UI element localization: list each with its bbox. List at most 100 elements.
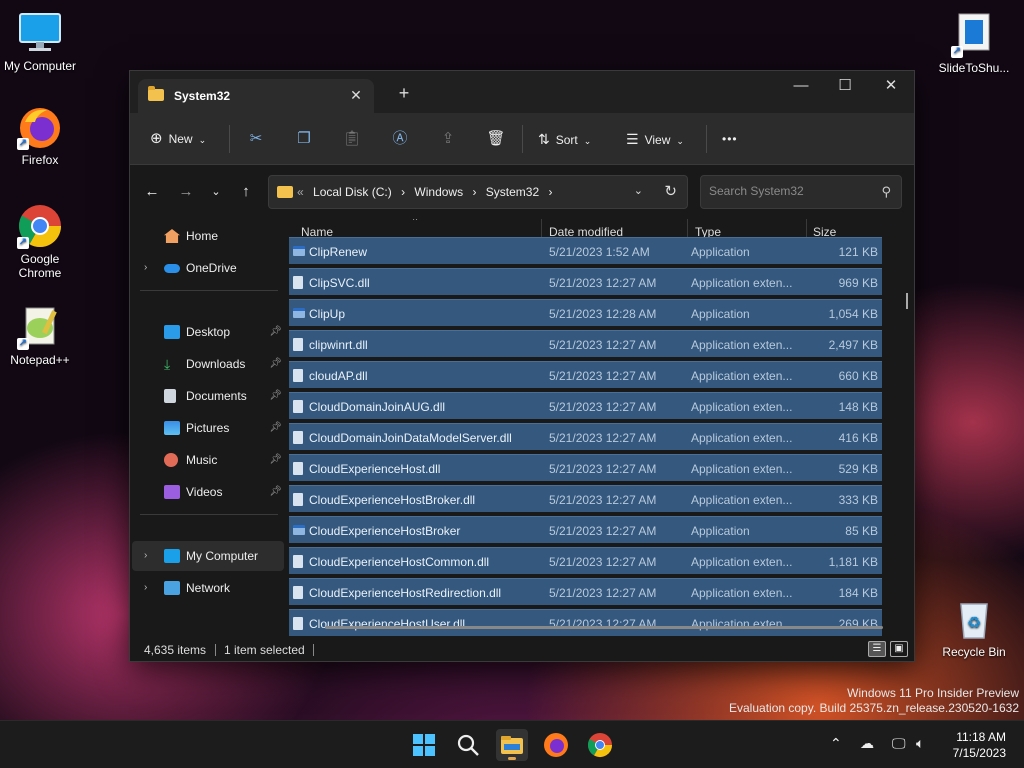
sort-button[interactable]: ⇅ Sort ⌄ (538, 125, 591, 153)
pin-icon[interactable]: 📌︎ (269, 317, 282, 347)
table-row[interactable]: CloudDomainJoinAUG.dll 5/21/2023 12:27 AM… (289, 392, 882, 419)
file-size: 2,497 KB (828, 338, 878, 352)
desktop-icon-firefox[interactable]: ↗ Firefox (0, 104, 80, 167)
up-arrow-icon[interactable]: ↑ (234, 180, 258, 204)
sidebar-item-network[interactable]: › Network (132, 573, 284, 603)
application-file-icon (293, 246, 305, 256)
minimize-button[interactable]: — (778, 71, 824, 103)
pin-icon[interactable]: 📌︎ (269, 445, 282, 475)
plus-circle-icon: ⊕ (150, 130, 163, 147)
chrome-icon[interactable] (584, 729, 616, 761)
desktop-icon (164, 325, 180, 339)
download-arrow-icon: ⤓ (164, 356, 171, 372)
table-row[interactable]: CloudExperienceHostCommon.dll 5/21/2023 1… (289, 547, 882, 574)
sidebar-item-onedrive[interactable]: › OneDrive (132, 253, 284, 283)
tab-system32[interactable]: System32 ✕ (138, 79, 374, 113)
sidebar-item-home[interactable]: Home (132, 221, 284, 251)
table-row[interactable]: CloudExperienceHostBroker 5/21/2023 12:27… (289, 516, 882, 543)
start-icon[interactable] (408, 729, 440, 761)
forward-arrow-icon[interactable]: → (174, 180, 198, 204)
table-row[interactable]: CloudExperienceHostUser.dll 5/21/2023 12:… (289, 609, 882, 636)
delete-icon[interactable]: 🗑︎ (482, 125, 510, 153)
file-explorer-icon[interactable] (496, 729, 528, 761)
dll-file-icon (293, 431, 303, 444)
table-row[interactable]: CloudDomainJoinDataModelServer.dll 5/21/2… (289, 423, 882, 450)
command-bar: ⊕ New ⌄ ✂ ❐ 📋︎ Ⓐ ⇪ 🗑︎ ⇅ Sort ⌄ ☰ View ⌄ ••• (130, 113, 914, 165)
desktop-icon-label: Firefox (21, 153, 59, 167)
table-row[interactable]: ClipRenew 5/21/2023 1:52 AM Application 121… (289, 237, 882, 264)
clock[interactable]: 11:18 AM 7/15/2023 (953, 729, 1006, 761)
pin-icon[interactable]: 📌︎ (269, 349, 282, 379)
shortcut-arrow-icon: ↗ (17, 338, 29, 350)
recent-locations-chevron-icon[interactable]: ⌄ (204, 180, 228, 204)
new-tab-button[interactable]: + (392, 83, 416, 104)
file-type: Application exten... (691, 462, 793, 476)
sidebar-item-music[interactable]: Music 📌︎ (132, 445, 284, 475)
vertical-scrollbar[interactable] (905, 221, 911, 637)
search-box[interactable]: ⚲ (700, 175, 902, 209)
maximize-button[interactable]: ☐ (822, 71, 868, 103)
file-type: Application exten... (691, 338, 793, 352)
volume-icon[interactable]: 🔈︎ (916, 735, 924, 752)
shortcut-arrow-icon: ↗ (17, 237, 29, 249)
breadcrumb-system32[interactable]: System32 (486, 185, 539, 199)
title-bar: System32 ✕ + — ☐ ✕ (130, 71, 914, 113)
breadcrumb-local-disk[interactable]: Local Disk (C:) (313, 185, 392, 199)
search-input[interactable] (709, 184, 869, 198)
desktop-icon-chrome[interactable]: ↗ Google Chrome (0, 203, 80, 280)
file-type: Application (691, 245, 750, 259)
file-name: clipwinrt.dll (309, 338, 368, 352)
copy-icon[interactable]: ❐ (290, 125, 318, 153)
sidebar-item-documents[interactable]: Documents 📌︎ (132, 381, 284, 411)
large-icons-view-icon[interactable]: ▣ (890, 641, 908, 657)
share-icon[interactable]: ⇪ (434, 125, 462, 153)
details-view-icon[interactable]: ☰ (868, 641, 886, 657)
firefox-icon[interactable] (540, 729, 572, 761)
table-row[interactable]: CloudExperienceHostRedirection.dll 5/21/2… (289, 578, 882, 605)
monitor-icon (164, 549, 180, 563)
file-name: ClipSVC.dll (309, 276, 370, 290)
desktop-icon-my-computer[interactable]: My Computer (0, 10, 80, 73)
desktop-icon-recycle-bin[interactable]: ♻ Recycle Bin (934, 596, 1014, 659)
slide-to-shutdown-icon: ↗ (951, 12, 997, 58)
sidebar-item-downloads[interactable]: ⤓ Downloads 📌︎ (132, 349, 284, 379)
address-bar[interactable]: « Local Disk (C:) › Windows › System32 ›… (268, 175, 688, 209)
cut-icon[interactable]: ✂ (242, 125, 270, 153)
pin-icon[interactable]: 📌︎ (269, 413, 282, 443)
show-hidden-icons-chevron-icon[interactable]: ⌃ (830, 735, 842, 752)
onedrive-offline-icon[interactable]: ☁︎ (860, 735, 874, 752)
sidebar-item-my-computer[interactable]: › My Computer (132, 541, 284, 571)
sidebar-item-pictures[interactable]: Pictures 📌︎ (132, 413, 284, 443)
see-more-button[interactable]: ••• (722, 125, 738, 153)
refresh-icon[interactable]: ↻ (664, 182, 677, 200)
breadcrumb-windows[interactable]: Windows (414, 185, 463, 199)
close-window-button[interactable]: ✕ (868, 71, 914, 103)
table-row[interactable]: ClipUp 5/21/2023 12:28 AM Application 1,054… (289, 299, 882, 326)
address-history-chevron-icon[interactable]: ⌄ (634, 184, 643, 197)
close-tab-button[interactable]: ✕ (346, 85, 366, 105)
table-row[interactable]: CloudExperienceHost.dll 5/21/2023 12:27 A… (289, 454, 882, 481)
table-row[interactable]: cloudAP.dll 5/21/2023 12:27 AM Application… (289, 361, 882, 388)
pin-icon[interactable]: 📌︎ (269, 477, 282, 507)
table-row[interactable]: ClipSVC.dll 5/21/2023 12:27 AM Application… (289, 268, 882, 295)
file-name: CloudExperienceHostBroker (309, 524, 461, 538)
sidebar-item-videos[interactable]: Videos 📌︎ (132, 477, 284, 507)
file-type: Application exten... (691, 493, 793, 507)
table-row[interactable]: CloudExperienceHostBroker.dll 5/21/2023 1… (289, 485, 882, 512)
paste-icon[interactable]: 📋︎ (338, 125, 366, 153)
rename-icon[interactable]: Ⓐ (386, 125, 414, 153)
view-button[interactable]: ☰ View ⌄ (626, 125, 684, 153)
table-row[interactable]: clipwinrt.dll 5/21/2023 12:27 AM Applicati… (289, 330, 882, 357)
desktop-icon-slide-to-shutdown[interactable]: ↗ SlideToShu... (934, 12, 1014, 75)
horizontal-scrollbar[interactable] (325, 626, 883, 629)
sidebar-item-desktop[interactable]: Desktop 📌︎ (132, 317, 284, 347)
breadcrumb-overflow[interactable]: « (297, 185, 304, 199)
back-arrow-icon[interactable]: ← (140, 180, 164, 204)
dll-file-icon (293, 369, 303, 382)
scrollbar-thumb[interactable] (906, 293, 908, 309)
search-icon[interactable] (452, 729, 484, 761)
new-button[interactable]: ⊕ New ⌄ (150, 125, 206, 153)
network-icon[interactable]: 🖵︎ (892, 735, 906, 752)
desktop-icon-notepad-plus-plus[interactable]: ↗ Notepad++ (0, 304, 80, 367)
pin-icon[interactable]: 📌︎ (269, 381, 282, 411)
